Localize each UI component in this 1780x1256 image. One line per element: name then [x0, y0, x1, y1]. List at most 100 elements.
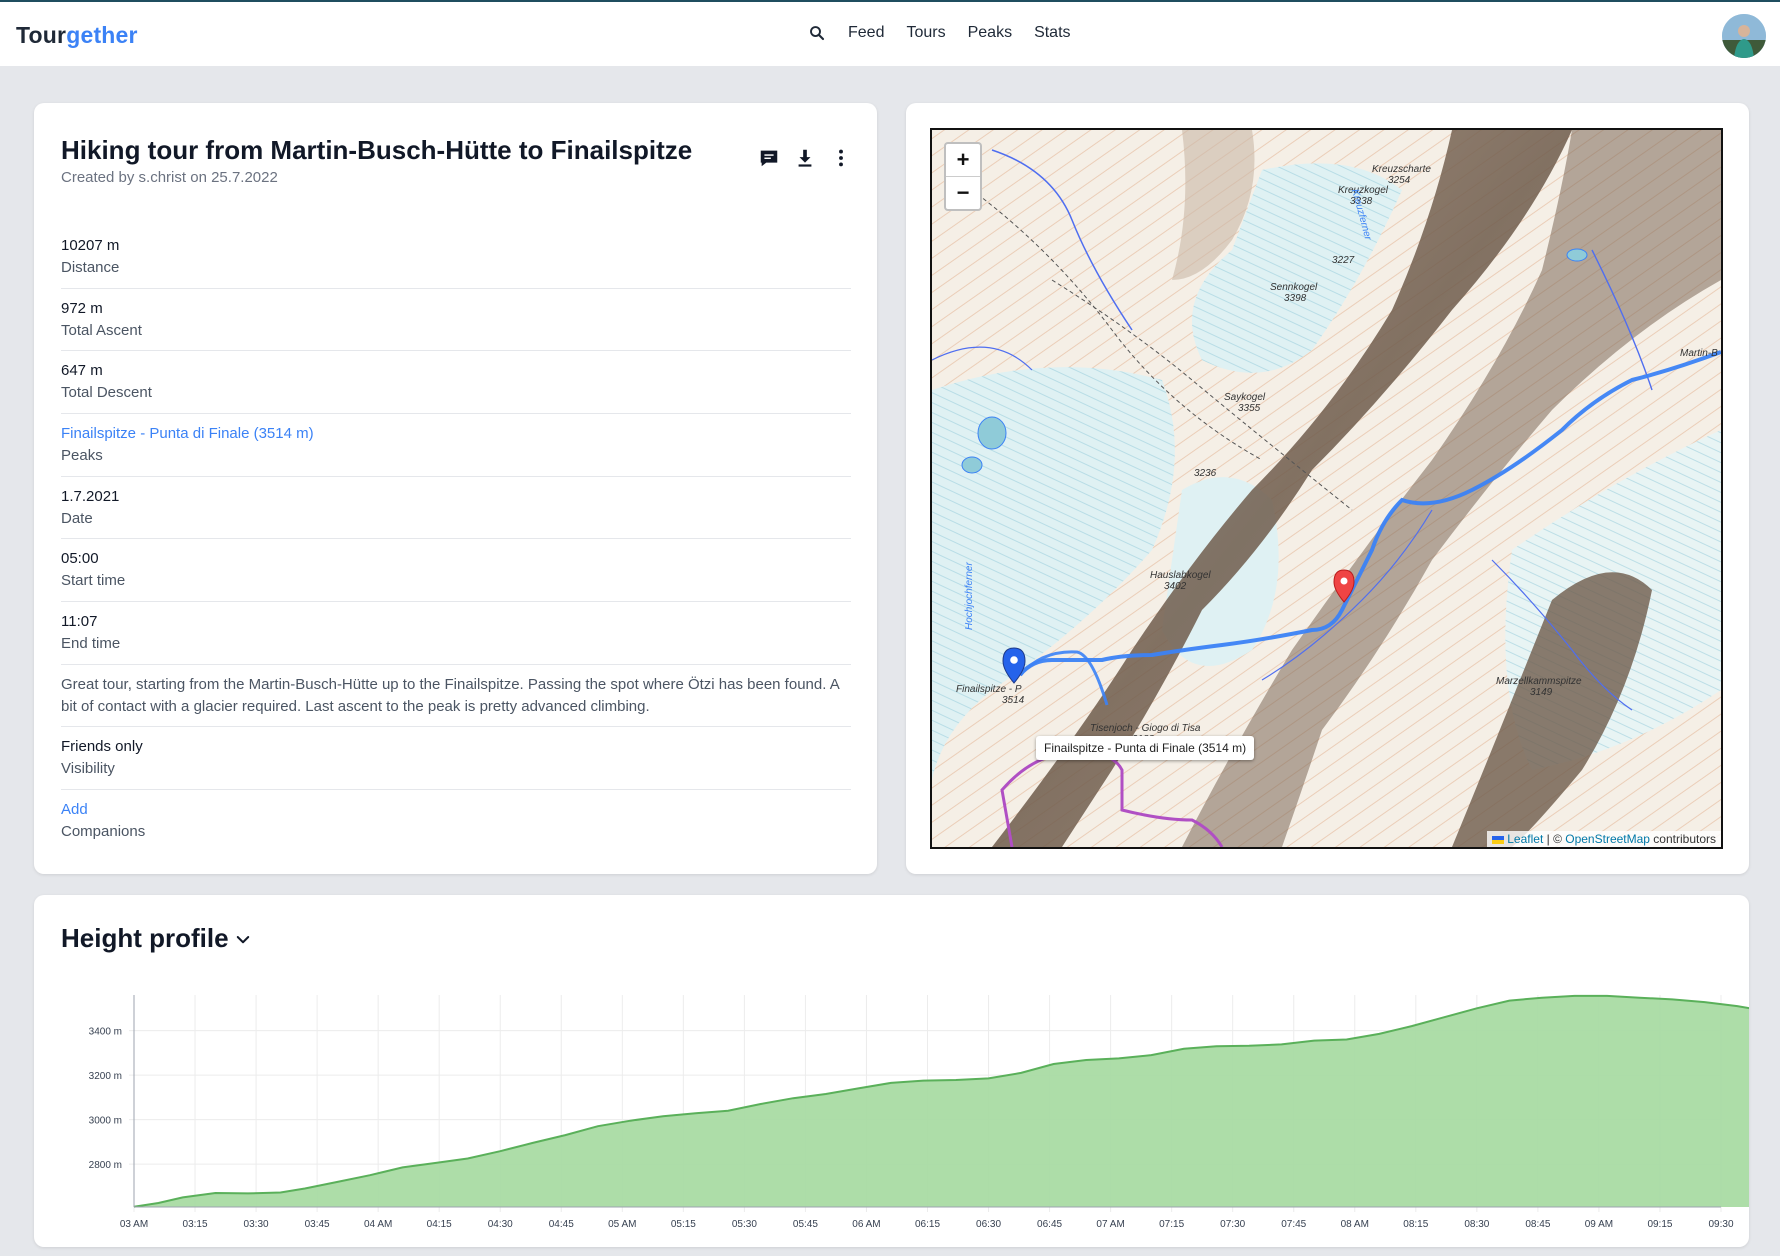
x-tick-label: 07 AM [1096, 1219, 1124, 1230]
download-icon[interactable] [794, 147, 816, 169]
x-tick-label: 05:45 [793, 1219, 818, 1230]
x-tick-label: 09:30 [1708, 1219, 1733, 1230]
user-avatar[interactable] [1722, 14, 1766, 58]
map-label: Saykogel [1224, 392, 1266, 403]
map-label: Sennkogel [1270, 282, 1318, 293]
field-label: Total Ascent [61, 321, 142, 339]
zoom-control: + − [944, 142, 982, 211]
x-tick-label: 05:30 [732, 1219, 757, 1230]
field-start-time: 05:00 Start time [61, 539, 851, 603]
field-value: Friends only [61, 737, 143, 755]
field-total-ascent: 972 m Total Ascent [61, 289, 851, 352]
x-tick-label: 06 AM [852, 1219, 880, 1230]
map-label: 3355 [1238, 403, 1261, 414]
field-label: Date [61, 509, 93, 527]
tour-fields: 10207 m Distance 972 m Total Ascent 647 … [61, 226, 851, 852]
x-tick-label: 04 AM [364, 1219, 392, 1230]
logo-part-2: gether [66, 22, 138, 48]
map-label: 3149 [1530, 687, 1553, 698]
x-tick-label: 04:30 [488, 1219, 513, 1230]
x-tick-label: 07:15 [1159, 1219, 1184, 1230]
tour-title: Hiking tour from Martin-Busch-Hütte to F… [61, 135, 693, 165]
map-label: Marzellkammspitze [1496, 676, 1582, 687]
x-tick-label: 03 AM [120, 1219, 148, 1230]
map-label: Hochjochferner [964, 562, 975, 630]
map-label: Martin-B [1680, 348, 1718, 359]
x-tick-label: 06:30 [976, 1219, 1001, 1230]
field-label: Total Descent [61, 384, 152, 402]
add-companion-link[interactable]: Add [61, 799, 851, 821]
nav-item-stats[interactable]: Stats [1034, 24, 1070, 42]
avatar-image [1722, 14, 1766, 58]
x-tick-label: 05 AM [608, 1219, 636, 1230]
search-icon[interactable] [808, 24, 826, 42]
tour-map[interactable]: Kreuzscharte 3254 Kreuzkogel 3338 3227 S… [930, 128, 1723, 849]
field-value: 972 m [61, 299, 103, 317]
created-by-prefix: Created by [61, 169, 139, 186]
field-distance: 10207 m Distance [61, 226, 851, 289]
x-tick-label: 08:30 [1464, 1219, 1489, 1230]
attribution-tail: contributors [1649, 832, 1716, 846]
more-vertical-icon[interactable] [830, 147, 852, 169]
field-label: Start time [61, 572, 126, 590]
field-visibility: Friends only Visibility [61, 727, 851, 790]
tour-details-card: Hiking tour from Martin-Busch-Hütte to F… [34, 103, 877, 874]
map-label: 3227 [1332, 255, 1355, 266]
y-tick-label: 3400 m [89, 1027, 122, 1038]
comment-icon[interactable] [758, 147, 780, 169]
y-tick-label: 3200 m [89, 1071, 122, 1082]
x-tick-label: 09:15 [1647, 1219, 1672, 1230]
peak-link[interactable]: Finailspitze - Punta di Finale (3514 m) [61, 423, 851, 445]
x-tick-label: 08:45 [1525, 1219, 1550, 1230]
attribution-separator: | © [1543, 832, 1566, 846]
map-label: Kreuzkogel [1338, 185, 1389, 196]
field-value: 11:07 [61, 613, 98, 631]
x-tick-label: 07:30 [1220, 1219, 1245, 1230]
field-label: End time [61, 635, 121, 653]
field-label: Peaks [61, 447, 103, 465]
map-attribution: Leaflet | © OpenStreetMap contributors [1487, 831, 1721, 847]
map-label: 3254 [1388, 175, 1411, 186]
x-tick-label: 08:15 [1403, 1219, 1428, 1230]
height-area [134, 995, 1749, 1207]
x-tick-label: 03:30 [244, 1219, 269, 1230]
field-total-descent: 647 m Total Descent [61, 351, 851, 415]
field-value: 10207 m [61, 237, 120, 254]
logo-part-1: Tour [16, 22, 67, 48]
x-tick-label: 07:45 [1281, 1219, 1306, 1230]
peak-tooltip: Finailspitze - Punta di Finale (3514 m) [1036, 736, 1255, 760]
map-label: Hauslabkogel [1150, 570, 1211, 581]
field-label: Distance [61, 259, 120, 276]
zoom-out-button[interactable]: − [946, 177, 980, 209]
leaflet-link[interactable]: Leaflet [1507, 832, 1543, 846]
height-profile-chart: 03 AM 03:15 03:30 03:45 04 AM 04:15 04:30 04:45… [89, 994, 1749, 1230]
map-label: 3236 [1194, 468, 1217, 479]
osm-link[interactable]: OpenStreetMap [1565, 832, 1650, 846]
zoom-in-button[interactable]: + [946, 144, 980, 177]
x-tick-label: 06:15 [915, 1219, 940, 1230]
field-companions: Add Companions [61, 790, 851, 853]
field-peaks: Finailspitze - Punta di Finale (3514 m) … [61, 414, 851, 477]
y-tick-label: 2800 m [89, 1160, 122, 1171]
app-logo[interactable]: Tourgether [16, 22, 138, 49]
field-date: 1.7.2021 Date [61, 477, 851, 540]
field-label: Visibility [61, 759, 115, 777]
y-tick-label: 3000 m [89, 1116, 122, 1127]
map-card: Kreuzscharte 3254 Kreuzkogel 3338 3227 S… [906, 103, 1749, 874]
x-tick-label: 09 AM [1585, 1219, 1613, 1230]
x-tick-label: 04:15 [427, 1219, 452, 1230]
field-value: 1.7.2021 [61, 487, 120, 505]
nav-item-tours[interactable]: Tours [906, 24, 945, 42]
map-label: Finailspitze - P [956, 684, 1022, 695]
map-label: 3514 [1002, 695, 1025, 706]
tour-actions [758, 147, 852, 169]
height-profile-card: Height profile 03 AM 03:15 03:30 03:45 04 AM… [34, 895, 1749, 1247]
tour-author: s.christ [138, 169, 187, 186]
x-tick-label: 06:45 [1037, 1219, 1062, 1230]
tour-description: Great tour, starting from the Martin-Bus… [61, 665, 851, 727]
nav-item-peaks[interactable]: Peaks [968, 24, 1012, 42]
created-on-prefix: on [186, 169, 212, 186]
nav-item-feed[interactable]: Feed [848, 24, 884, 42]
x-tick-label: 04:45 [549, 1219, 574, 1230]
x-tick-label: 03:15 [183, 1219, 208, 1230]
